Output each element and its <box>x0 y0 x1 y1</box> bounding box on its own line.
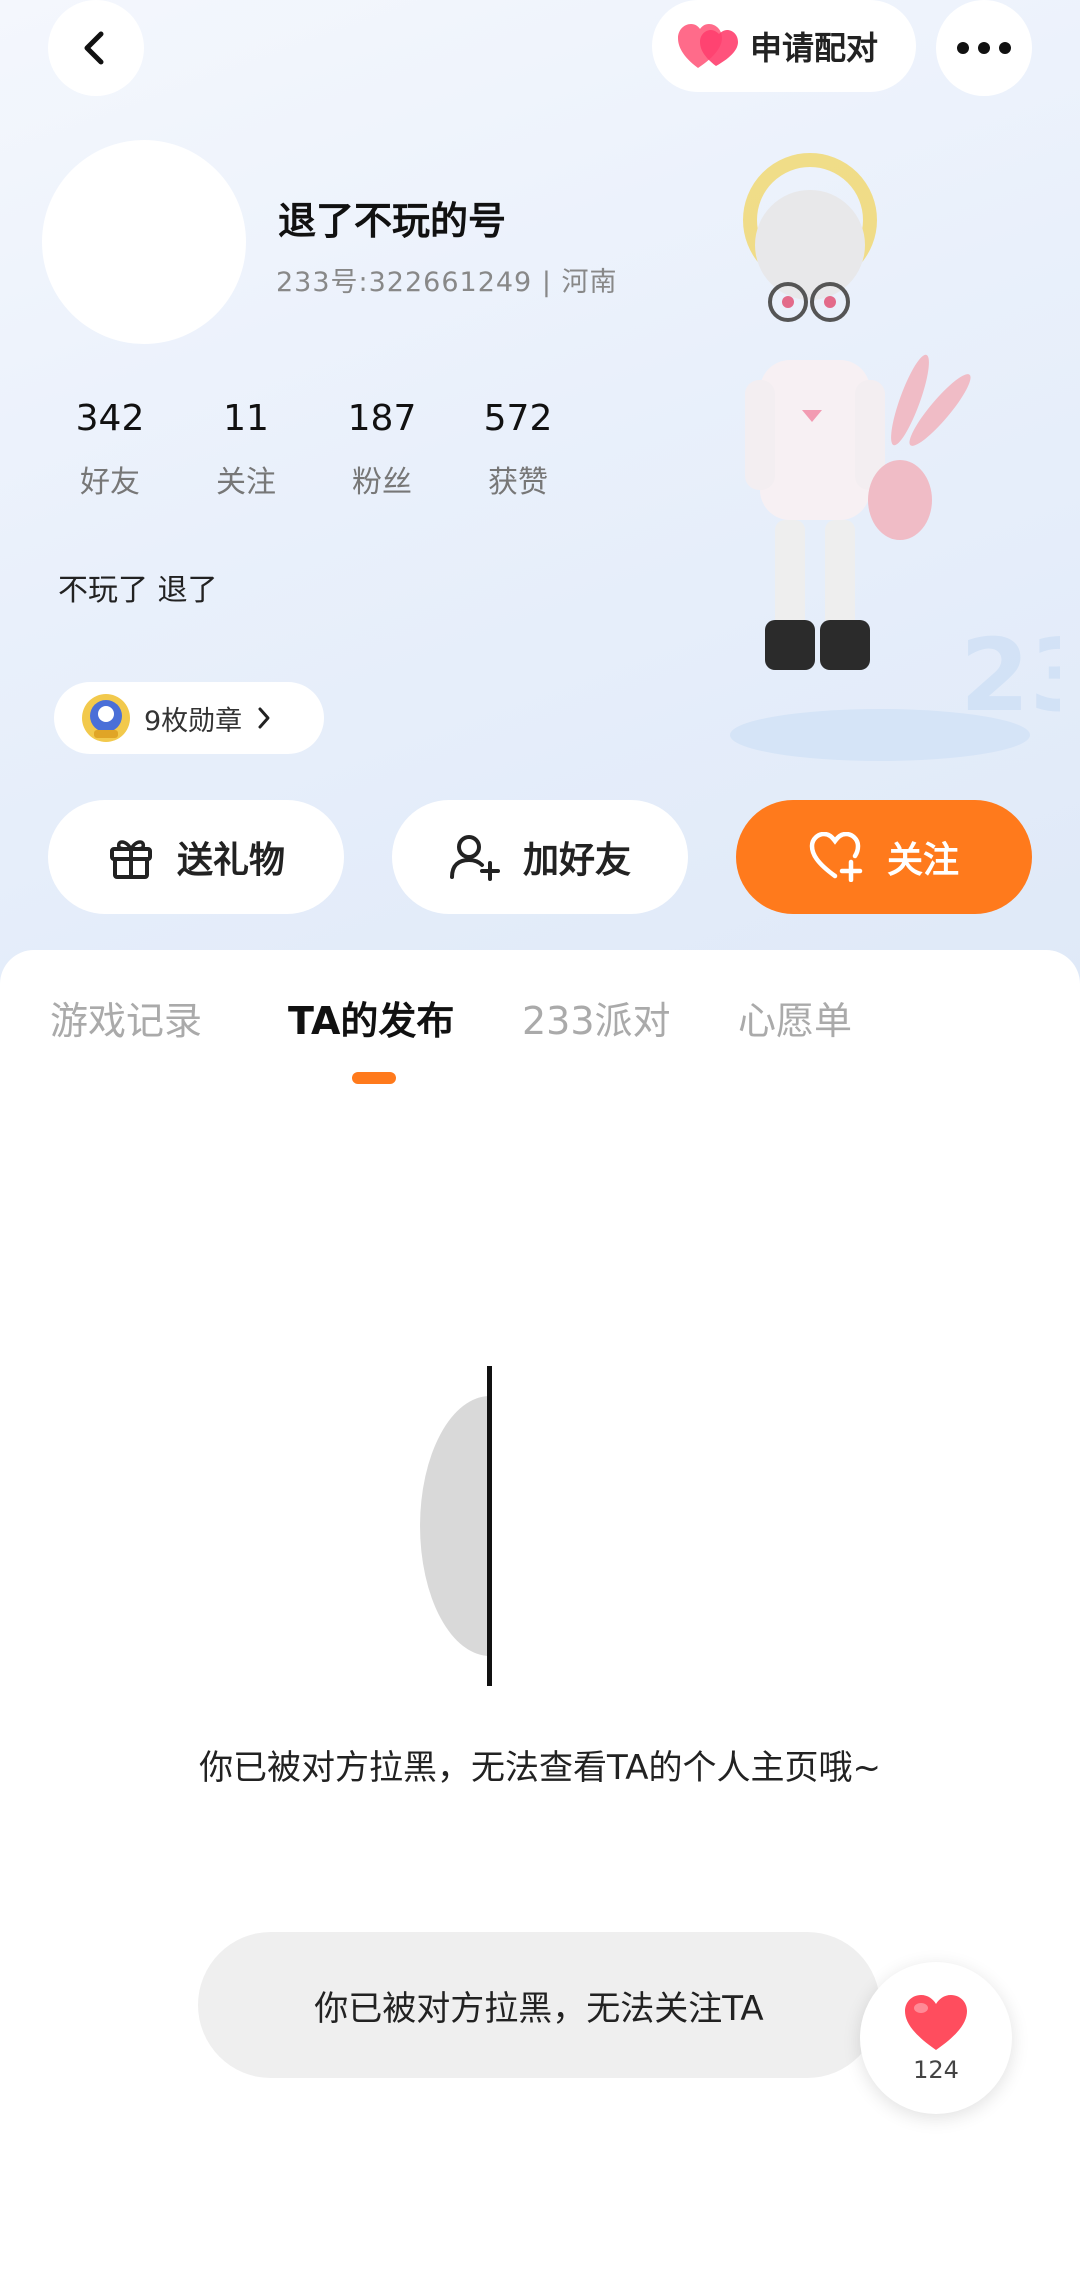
heart-plus-icon <box>809 832 863 882</box>
chevron-right-icon <box>258 707 270 729</box>
stat-friends-count: 342 <box>75 398 145 439</box>
follow-label: 关注 <box>886 840 959 881</box>
tab-wishlist[interactable]: 心愿单 <box>738 990 852 1045</box>
avatar[interactable] <box>42 140 246 344</box>
stat-friends[interactable]: 342 好友 <box>42 398 178 501</box>
stat-fans-label: 粉丝 <box>352 465 412 500</box>
stat-following-label: 关注 <box>216 465 276 500</box>
chevron-left-icon <box>84 31 104 65</box>
profile-bio: 不玩了 退了 <box>58 573 218 608</box>
more-button[interactable] <box>936 0 1032 96</box>
apply-pairing-label: 申请配对 <box>750 29 879 67</box>
like-count: 124 <box>913 2056 959 2084</box>
add-friend-label: 加好友 <box>522 840 631 881</box>
double-heart-icon <box>678 24 738 68</box>
stat-likes-count: 572 <box>483 398 553 439</box>
watermark-233: 233 <box>960 617 1060 734</box>
follow-button[interactable]: 关注 <box>736 800 1032 914</box>
tab-233-party[interactable]: 233派对 <box>522 990 671 1045</box>
apply-pairing-button[interactable]: 申请配对 <box>652 0 916 92</box>
back-button[interactable] <box>48 0 144 96</box>
stat-fans-count: 187 <box>347 398 417 439</box>
gift-icon <box>109 840 152 879</box>
blocked-message: 你已被对方拉黑，无法查看TA的个人主页哦~ <box>199 1748 881 1788</box>
send-gift-label: 送礼物 <box>176 840 285 881</box>
profile-name: 退了不玩的号 <box>278 199 507 243</box>
active-tab-indicator <box>352 1072 396 1084</box>
stat-likes[interactable]: 572 获赞 <box>450 398 586 501</box>
heart-icon <box>905 1995 967 2050</box>
medal-icon <box>82 694 130 742</box>
more-dots-icon <box>957 42 1011 54</box>
stat-friends-label: 好友 <box>80 465 140 500</box>
stat-following[interactable]: 11 关注 <box>178 398 314 501</box>
badges-button[interactable]: 9枚勋章 <box>54 682 324 754</box>
stat-fans[interactable]: 187 粉丝 <box>314 398 450 501</box>
blocked-placeholder-icon <box>420 1366 492 1686</box>
profile-id-location: 233号:322661249 | 河南 <box>276 267 618 298</box>
avatar-character-image: 233 <box>730 153 1060 761</box>
toast-message: 你已被对方拉黑，无法关注TA <box>198 1932 880 2078</box>
add-friend-button[interactable]: 加好友 <box>392 800 688 914</box>
like-button[interactable]: 124 <box>860 1962 1012 2114</box>
profile-stats: 342 好友 11 关注 187 粉丝 572 获赞 <box>42 398 586 501</box>
tab-ta-posts[interactable]: TA的发布 <box>288 990 454 1045</box>
stat-likes-label: 获赞 <box>488 465 548 500</box>
profile-tabs: 游戏记录 TA的发布 233派对 心愿单 <box>0 990 1080 1050</box>
badges-label: 9枚勋章 <box>144 705 243 737</box>
send-gift-button[interactable]: 送礼物 <box>48 800 344 914</box>
add-user-icon <box>449 835 500 881</box>
stat-following-count: 11 <box>223 398 269 439</box>
tab-game-records[interactable]: 游戏记录 <box>50 990 202 1045</box>
